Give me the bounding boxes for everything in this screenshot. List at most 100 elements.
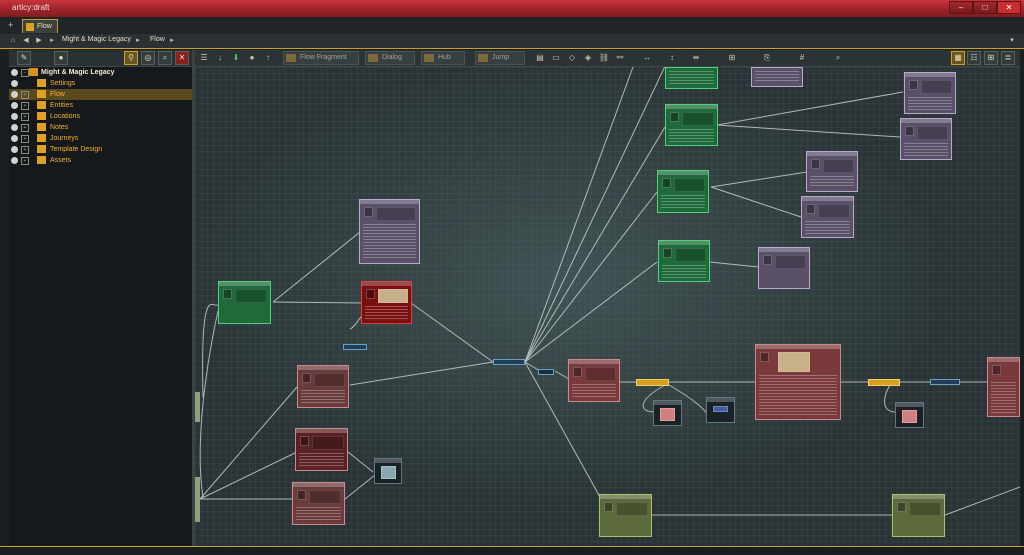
dialog-fragment-node[interactable] — [801, 196, 854, 238]
hub-node[interactable] — [930, 379, 960, 385]
expand-icon[interactable]: + — [21, 124, 29, 132]
view-tiles-icon[interactable]: ▦ — [951, 51, 965, 65]
dialog-fragment-node[interactable] — [987, 357, 1020, 417]
insert-flow-fragment-button[interactable]: Flow Fragment — [283, 51, 359, 65]
hub-node[interactable] — [493, 359, 525, 365]
home-icon[interactable]: ⌂ — [9, 37, 17, 45]
tree-item-settings[interactable]: Settings — [9, 78, 192, 89]
note-icon[interactable]: ▤ — [533, 51, 547, 65]
distribute-icon[interactable]: ⇹ — [689, 51, 703, 65]
collapse-icon[interactable]: − — [21, 69, 29, 77]
expand-icon[interactable]: + — [21, 135, 29, 143]
forward-arrow-icon[interactable]: ▶ — [35, 37, 43, 45]
jump-node[interactable] — [868, 379, 900, 386]
dialog-fragment-node[interactable] — [292, 482, 345, 525]
link-icon[interactable]: ⛓ — [597, 51, 611, 65]
flow-fragment-node[interactable] — [599, 494, 652, 537]
condition-node[interactable] — [895, 402, 924, 428]
tree-item-locations[interactable]: + Locations — [9, 111, 192, 122]
align-horizontal-icon[interactable]: ↔ — [640, 51, 654, 65]
dialog-fragment-node[interactable] — [295, 428, 348, 471]
comment-icon[interactable]: ▭ — [549, 51, 563, 65]
dialog-fragment-node[interactable] — [755, 344, 841, 420]
dialog-fragment-node[interactable] — [900, 118, 952, 160]
tree-item-journeys[interactable]: + Journeys — [9, 133, 192, 144]
insert-jump-button[interactable]: Jump — [475, 51, 525, 65]
input-pin[interactable] — [195, 392, 200, 422]
delete-icon[interactable]: ✕ — [175, 51, 189, 65]
insert-hub-button[interactable]: Hub — [421, 51, 465, 65]
tree-item-notes[interactable]: + Notes — [9, 122, 192, 133]
flow-fragment-node[interactable] — [665, 67, 718, 89]
dialog-fragment-node[interactable] — [359, 199, 420, 264]
close-button[interactable]: ✕ — [997, 1, 1021, 14]
visibility-icon[interactable] — [11, 91, 18, 98]
condition-icon[interactable]: ◇ — [565, 51, 579, 65]
visibility-icon[interactable] — [11, 124, 18, 131]
expand-icon[interactable]: + — [21, 113, 29, 121]
globe-icon[interactable]: ◎ — [141, 51, 155, 65]
tree-item-assets[interactable]: + Assets — [9, 155, 192, 166]
dropdown-icon[interactable]: ▾ — [1008, 37, 1016, 45]
arrow-down-icon[interactable]: ↓ — [213, 51, 227, 65]
expand-icon[interactable]: + — [21, 146, 29, 154]
flow-canvas[interactable] — [195, 67, 1020, 546]
dialog-fragment-node[interactable] — [751, 67, 803, 87]
tree-item-entities[interactable]: + Entities — [9, 100, 192, 111]
jump-node[interactable] — [636, 379, 669, 386]
dialog-fragment-node[interactable] — [904, 72, 956, 114]
visibility-icon[interactable] — [11, 69, 18, 76]
instruction-icon[interactable]: ◈ — [581, 51, 595, 65]
search-icon[interactable]: ⌕ — [158, 51, 172, 65]
flow-fragment-node[interactable] — [657, 170, 709, 213]
flow-fragment-node[interactable] — [665, 104, 718, 146]
edit-icon[interactable]: ✎ — [17, 51, 31, 65]
flow-fragment-node[interactable] — [658, 240, 710, 282]
visibility-icon[interactable] — [11, 80, 18, 87]
insert-dialog-button[interactable]: Dialog — [365, 51, 415, 65]
maximize-button[interactable]: □ — [973, 1, 997, 14]
hub-node[interactable] — [343, 344, 367, 350]
auto-layout-icon[interactable]: ⊞ — [725, 51, 739, 65]
flow-fragment-node[interactable] — [892, 494, 945, 537]
tab-flow[interactable]: Flow — [22, 19, 58, 33]
dialog-fragment-node[interactable] — [297, 365, 349, 408]
zoom-icon[interactable]: ⌕ — [831, 51, 845, 65]
tree-item-project[interactable]: − Might & Magic Legacy — [9, 67, 192, 78]
download-icon[interactable]: ⬇ — [229, 51, 243, 65]
record-icon[interactable]: ● — [245, 51, 259, 65]
arrow-up-icon[interactable]: ↑ — [261, 51, 275, 65]
pin-icon[interactable]: ● — [54, 51, 68, 65]
view-grid-icon[interactable]: ⊞ — [984, 51, 998, 65]
dialog-fragment-node[interactable] — [568, 359, 620, 402]
flow-fragment-node[interactable] — [218, 281, 271, 324]
visibility-icon[interactable] — [11, 146, 18, 153]
visibility-icon[interactable] — [11, 157, 18, 164]
layout-icon[interactable]: ☰ — [197, 51, 211, 65]
dialog-fragment-node-selected[interactable] — [361, 281, 412, 324]
tree-item-flow[interactable]: + Flow — [9, 89, 192, 100]
visibility-icon[interactable] — [11, 113, 18, 120]
dialog-fragment-node[interactable] — [758, 247, 810, 289]
view-list-icon[interactable]: ☷ — [967, 51, 981, 65]
breadcrumb-item-project[interactable]: Might & Magic Legacy — [62, 36, 131, 43]
tree-item-template-design[interactable]: + Template Design — [9, 144, 192, 155]
visibility-icon[interactable] — [11, 102, 18, 109]
back-arrow-icon[interactable]: ◀ — [22, 37, 30, 45]
view-details-icon[interactable]: ≣ — [1001, 51, 1015, 65]
condition-node[interactable] — [653, 400, 682, 426]
input-pin[interactable] — [195, 477, 200, 522]
instruction-node[interactable] — [706, 397, 735, 423]
condition-node[interactable] — [374, 458, 402, 484]
minimize-button[interactable]: – — [949, 1, 973, 14]
copy-icon[interactable]: ⎘ — [760, 51, 774, 65]
dialog-fragment-node[interactable] — [806, 151, 858, 192]
grid-icon[interactable]: # — [795, 51, 809, 65]
breadcrumb-item-flow[interactable]: Flow — [150, 36, 165, 43]
expand-icon[interactable]: + — [21, 157, 29, 165]
expand-icon[interactable]: + — [21, 102, 29, 110]
new-tab-plus-icon[interactable]: + — [8, 20, 17, 31]
hub-node[interactable] — [538, 369, 554, 375]
align-vertical-icon[interactable]: ↕ — [665, 51, 679, 65]
visibility-icon[interactable] — [11, 135, 18, 142]
